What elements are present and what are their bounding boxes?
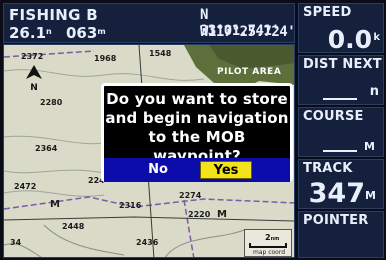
depth-label: 2364 bbox=[35, 144, 58, 153]
longitude-readout: W117°25.724' bbox=[200, 24, 296, 40]
track-unit: M bbox=[365, 189, 376, 202]
empty-value-dashes bbox=[323, 98, 357, 100]
bearing-to-waypoint: 063m bbox=[66, 24, 106, 42]
depth-label: 2280 bbox=[40, 98, 63, 107]
depth-label: 34 bbox=[10, 238, 22, 247]
depth-label: 1968 bbox=[94, 54, 117, 63]
navigation-status-bar: FISHING B 26.1n 063m N 33°01.741' W117°2… bbox=[3, 3, 296, 43]
field-label: COURSE bbox=[303, 109, 364, 124]
speed-field[interactable]: SPEED 0.0 k bbox=[298, 3, 384, 54]
svg-text:N: N bbox=[30, 83, 38, 91]
depth-label: 2316 bbox=[119, 201, 142, 210]
no-button[interactable]: No bbox=[138, 161, 178, 179]
boundary-marker-label: M bbox=[50, 199, 60, 210]
field-label: DIST NEXT bbox=[303, 57, 382, 72]
scale-mode: map coord bbox=[252, 249, 286, 256]
depth-label: 1548 bbox=[149, 49, 172, 58]
speed-value: 0.0 bbox=[327, 25, 372, 54]
pilot-area-label: PILOT AREA bbox=[217, 67, 282, 77]
empty-value-dashes bbox=[323, 150, 357, 152]
dialog-button-bar: No Yes bbox=[104, 158, 290, 182]
gps-screen: FISHING B 26.1n 063m N 33°01.741' W117°2… bbox=[0, 0, 386, 260]
destination-waypoint-name: FISHING B bbox=[9, 6, 98, 24]
course-field[interactable]: COURSE M bbox=[298, 107, 384, 157]
field-label: SPEED bbox=[303, 5, 352, 20]
track-field[interactable]: TRACK 347 M bbox=[298, 159, 384, 209]
depth-label: 2220 bbox=[188, 210, 211, 219]
field-label: TRACK bbox=[303, 161, 353, 176]
mob-dialog: Do you want to store and begin navigatio… bbox=[101, 83, 293, 182]
distance-to-waypoint: 26.1n bbox=[9, 24, 52, 42]
track-value: 347 bbox=[308, 178, 365, 209]
course-unit: M bbox=[364, 140, 375, 153]
speed-unit: k bbox=[373, 32, 380, 43]
depth-label: 2372 bbox=[21, 52, 44, 61]
depth-label: 2472 bbox=[14, 182, 37, 191]
yes-button[interactable]: Yes bbox=[200, 161, 252, 179]
depth-label: 2448 bbox=[62, 222, 85, 231]
dist-next-field[interactable]: DIST NEXT n bbox=[298, 55, 384, 105]
map-scale: 2nm map coord bbox=[244, 229, 292, 257]
scale-bar bbox=[249, 243, 287, 248]
field-label: POINTER bbox=[303, 213, 369, 228]
scale-value: 2nm bbox=[265, 233, 280, 242]
boundary-marker-label: M bbox=[217, 209, 227, 220]
dialog-message: Do you want to store and begin navigatio… bbox=[105, 90, 289, 165]
depth-label: 2274 bbox=[179, 191, 202, 200]
dist-unit: n bbox=[369, 84, 379, 99]
pointer-field[interactable]: POINTER bbox=[298, 211, 384, 258]
depth-label: 2436 bbox=[136, 238, 159, 247]
